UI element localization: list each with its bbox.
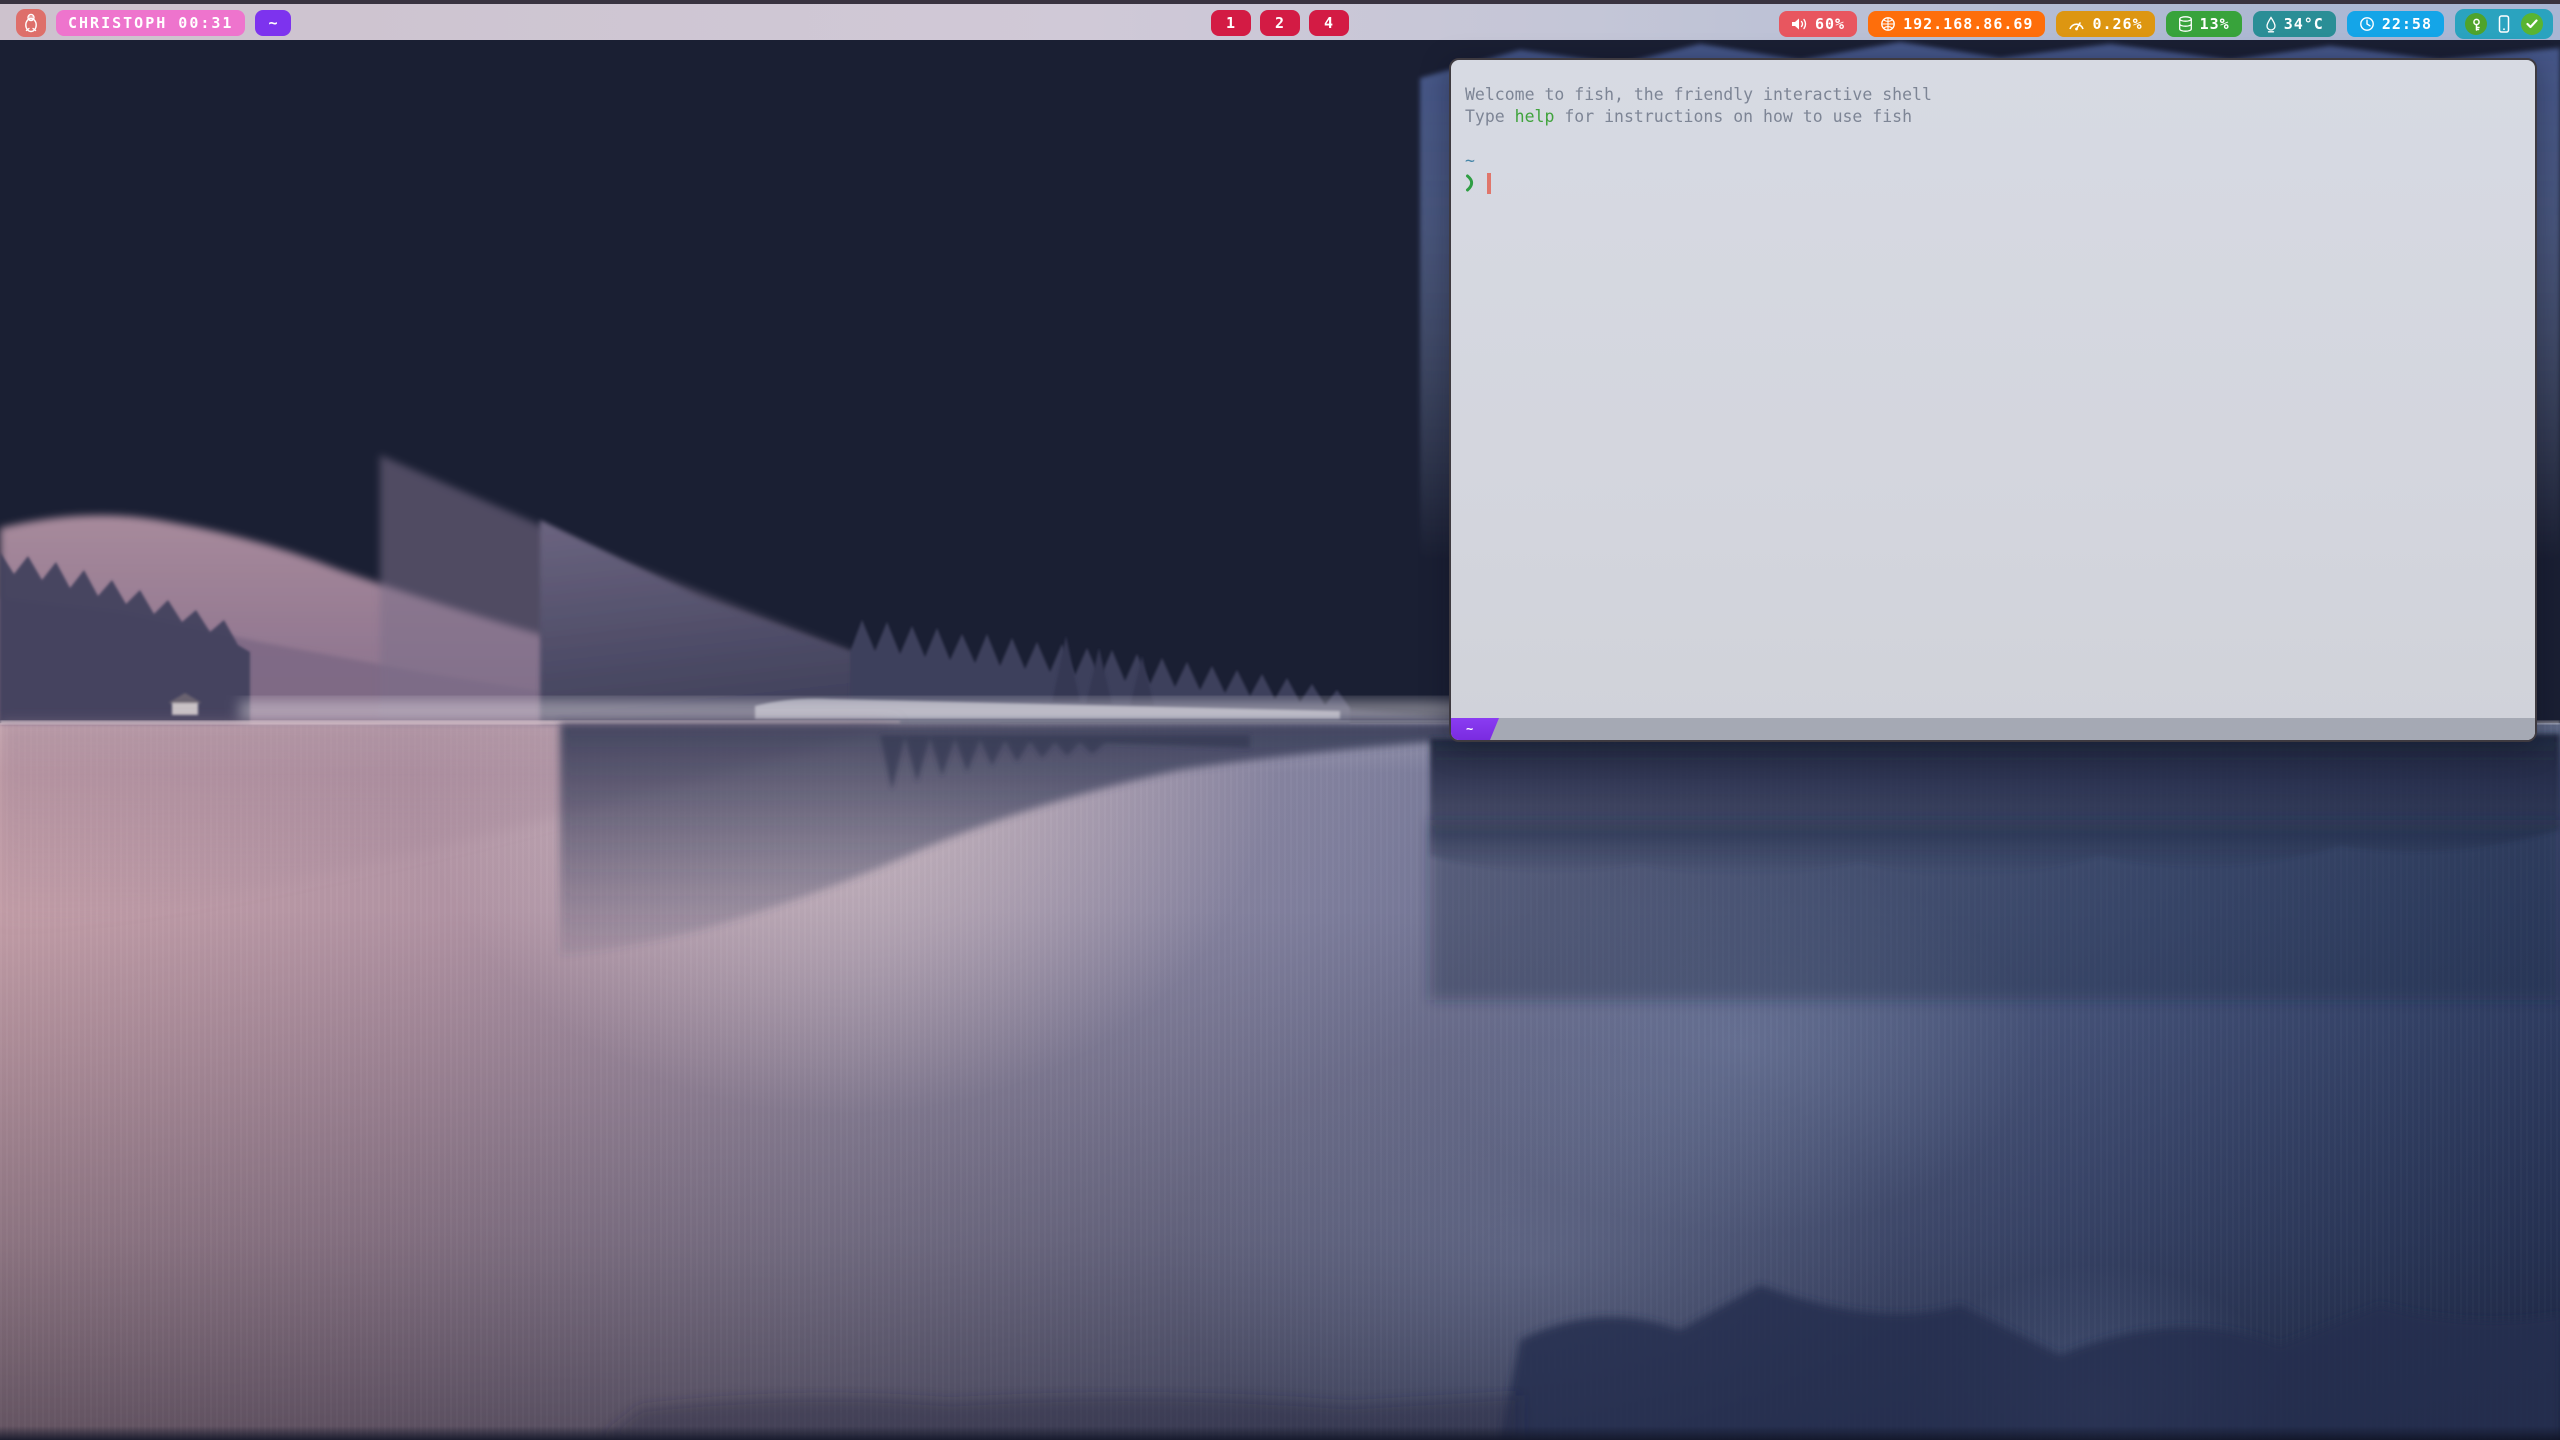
memory-value: 13%	[2200, 15, 2230, 33]
prompt-path-line: ~	[1465, 150, 2521, 172]
temperature-value: 34°C	[2284, 15, 2324, 33]
volume-value: 60%	[1815, 15, 1845, 33]
volume-widget[interactable]: 60%	[1779, 11, 1857, 37]
cpu-load-widget[interactable]: 0.26%	[2056, 11, 2154, 37]
memory-widget[interactable]: 13%	[2166, 11, 2242, 37]
keyring-tray-button[interactable]	[2465, 13, 2487, 35]
reflection-bottom-right	[1500, 1285, 2560, 1440]
terminal-blank-line	[1465, 128, 2521, 150]
focused-window-label: ~	[268, 14, 278, 32]
key-icon	[2470, 18, 2483, 31]
database-icon	[2178, 16, 2193, 32]
temperature-widget[interactable]: 34°C	[2253, 11, 2336, 37]
thermometer-icon	[2265, 16, 2277, 33]
focused-window-badge[interactable]: ~	[255, 10, 291, 36]
prompt-path: ~	[1465, 150, 1475, 172]
status-bar: CHRISTOPH 00:31 ~ 1 2 4 60%	[0, 0, 2560, 40]
terminal-statusbar: ~	[1451, 718, 2535, 740]
smartphone-icon[interactable]	[2497, 14, 2511, 34]
reflection-forest-slope	[560, 723, 1460, 955]
terminal-content[interactable]: Welcome to fish, the friendly interactiv…	[1451, 60, 2535, 718]
terminal-greeting-line2: Type help for instructions on how to use…	[1465, 106, 2521, 128]
workspace-button-1[interactable]: 1	[1211, 10, 1251, 36]
launcher-button[interactable]	[16, 9, 46, 37]
clock-value: 22:58	[2382, 15, 2432, 33]
check-icon	[2526, 19, 2538, 29]
gauge-icon	[2068, 17, 2085, 31]
wallpaper-bottom-shade	[0, 1426, 2560, 1440]
prompt-chevron-icon	[1465, 173, 1476, 193]
speaker-icon	[1791, 17, 1808, 31]
tux-linux-icon	[23, 13, 39, 33]
user-session-label: CHRISTOPH 00:31	[68, 14, 233, 32]
workspace-button-4[interactable]: 4	[1309, 10, 1349, 36]
statusbar-path-segment: ~	[1451, 718, 1499, 740]
workspace-label: 2	[1275, 14, 1285, 32]
ip-address-value: 192.168.86.69	[1903, 15, 2033, 33]
terminal-cursor	[1487, 173, 1491, 194]
system-tray	[2455, 9, 2553, 39]
user-session-badge[interactable]: CHRISTOPH 00:31	[56, 10, 245, 36]
help-keyword: help	[1515, 106, 1555, 128]
workspace-switcher: 1 2 4	[1211, 10, 1349, 36]
globe-icon	[1880, 16, 1896, 32]
cpu-load-value: 0.26%	[2092, 15, 2142, 33]
clock-icon	[2359, 16, 2375, 32]
workspace-label: 1	[1226, 14, 1236, 32]
updates-ok-tray-button[interactable]	[2521, 13, 2543, 35]
workspace-button-2[interactable]: 2	[1260, 10, 1300, 36]
terminal-greeting-line1: Welcome to fish, the friendly interactiv…	[1465, 84, 2521, 106]
bar-left-group: CHRISTOPH 00:31 ~	[16, 9, 291, 37]
bar-right-group: 60% 192.168.86.69 0.26%	[1779, 9, 2553, 39]
prompt-input-line[interactable]	[1465, 172, 2521, 194]
desktop: CHRISTOPH 00:31 ~ 1 2 4 60%	[0, 0, 2560, 1440]
clock-widget[interactable]: 22:58	[2347, 11, 2444, 37]
workspace-label: 4	[1324, 14, 1334, 32]
statusbar-path-label: ~	[1466, 722, 1473, 736]
terminal-window[interactable]: Welcome to fish, the friendly interactiv…	[1449, 58, 2537, 742]
network-widget[interactable]: 192.168.86.69	[1868, 11, 2045, 37]
